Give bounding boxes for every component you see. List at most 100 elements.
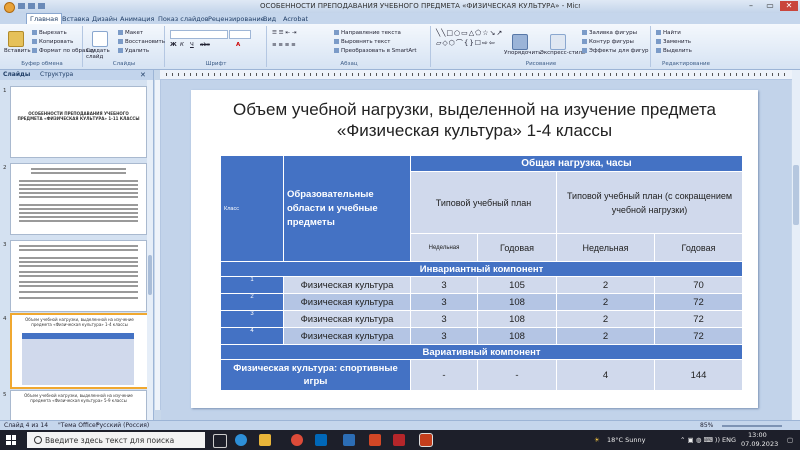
ruler-tick	[754, 73, 755, 76]
slide-thumbnail-3[interactable]	[10, 240, 147, 312]
bold-icon[interactable]: Ж	[170, 42, 177, 48]
load-table[interactable]: Класс Образовательные области и учебные …	[220, 155, 743, 391]
office-button-icon[interactable]	[4, 2, 15, 13]
text-direction-button[interactable]: Направление текста	[334, 30, 401, 36]
tab-slides[interactable]: Слайды	[3, 71, 30, 78]
notifications-icon[interactable]: ▢	[787, 436, 793, 444]
ruler-tick	[418, 73, 419, 76]
minimize-icon[interactable]: –	[742, 1, 760, 11]
slide-thumbnail-4[interactable]: Объем учебной нагрузки, выделенной на из…	[10, 313, 149, 389]
group-slides: Создать слайд Макет Восстановить Удалить…	[84, 26, 165, 67]
store-icon[interactable]	[315, 434, 327, 446]
effects-icon	[582, 48, 587, 53]
tab-design[interactable]: Дизайн	[92, 14, 117, 24]
subject-cell: Физическая культура	[283, 293, 411, 311]
smartart-button[interactable]: Преобразовать в SmartArt	[334, 48, 417, 54]
ruler-tick	[214, 73, 215, 76]
tab-acrobat[interactable]: Acrobat	[283, 14, 308, 24]
powerpoint-icon[interactable]	[369, 434, 381, 446]
ruler-tick	[310, 73, 311, 76]
paste-button[interactable]: Вставить	[4, 48, 31, 54]
ruler-tick	[640, 73, 641, 76]
font-name-combo[interactable]	[170, 30, 228, 39]
tab-outline[interactable]: Структура	[40, 71, 73, 78]
quick-styles-icon[interactable]	[550, 34, 566, 50]
ruler-tick	[376, 73, 377, 76]
select-icon	[656, 48, 661, 53]
file-explorer-icon[interactable]	[259, 434, 271, 446]
find-button[interactable]: Найти	[656, 30, 681, 36]
cut-button[interactable]: Вырезать	[32, 30, 67, 36]
table-row: 4 Физическая культура 3 108 2 72	[220, 327, 743, 345]
taskbar-search-box[interactable]: Введите здесь текст для поиска	[27, 432, 205, 448]
panel-scrollbar[interactable]	[147, 80, 153, 420]
close-icon[interactable]: ✕	[780, 1, 798, 11]
weather-text[interactable]: 18°C Sunny	[607, 436, 645, 444]
underline-icon[interactable]: Ч	[190, 42, 194, 48]
ruler-tick	[430, 73, 431, 76]
new-slide-button[interactable]: Создать слайд	[86, 48, 116, 60]
slide[interactable]: Объем учебной нагрузки, выделенной на из…	[191, 90, 758, 408]
slide-thumbnail-2[interactable]	[10, 163, 147, 235]
undo-icon[interactable]	[28, 3, 35, 9]
shapes-gallery[interactable]: ╲╲□○▭△⬠☆↘↗	[436, 29, 503, 37]
maximize-icon[interactable]: ▭	[761, 1, 779, 11]
reset-button[interactable]: Восстановить	[118, 39, 165, 45]
paragraph-label: Абзац	[340, 61, 358, 67]
italic-icon[interactable]: К	[180, 42, 184, 48]
edge-icon[interactable]	[235, 434, 247, 446]
arrange-icon[interactable]	[512, 34, 528, 50]
tab-home[interactable]: Главная	[26, 13, 63, 24]
tab-animation[interactable]: Анимация	[120, 14, 154, 24]
word-icon[interactable]	[343, 434, 355, 446]
zoom-level[interactable]: 85%	[700, 422, 713, 429]
zoom-slider[interactable]	[722, 425, 782, 427]
header-area: Образовательные области и учебные предме…	[283, 155, 411, 262]
language-indicator[interactable]: Русский (Россия)	[96, 422, 149, 429]
save-icon[interactable]	[18, 3, 25, 9]
value-cell: 108	[477, 293, 557, 311]
tab-review[interactable]: Рецензирование	[208, 14, 265, 24]
tab-view[interactable]: Вид	[263, 14, 276, 24]
shapes-gallery-row2[interactable]: ▱◇⬡⌒{}☐⇨⇦	[436, 38, 496, 48]
windows-start-icon[interactable]	[6, 435, 16, 445]
shape-effects-button[interactable]: Эффекты для фигур	[582, 48, 649, 54]
select-button[interactable]: Выделить	[656, 48, 692, 54]
slide-thumbnail-5[interactable]: Объем учебной нагрузки, выделенной на из…	[10, 390, 147, 422]
powerpoint-active-icon[interactable]	[419, 433, 433, 447]
tab-insert[interactable]: Вставка	[62, 14, 90, 24]
chrome-icon[interactable]	[291, 434, 303, 446]
clock-time[interactable]: 13:00	[748, 431, 767, 439]
vertical-scrollbar[interactable]	[792, 70, 800, 420]
font-size-combo[interactable]	[229, 30, 251, 39]
ruler-tick	[670, 73, 671, 76]
list-icons[interactable]: ☰ ☰ ⇤ ⇥	[272, 30, 296, 36]
align-text-button[interactable]: Выровнять текст	[334, 39, 390, 45]
strikethrough-icon[interactable]: abc	[200, 42, 210, 48]
new-slide-icon[interactable]	[92, 31, 108, 47]
arrange-button[interactable]: Упорядочить	[504, 50, 542, 56]
acrobat-icon[interactable]	[393, 434, 405, 446]
task-view-icon[interactable]	[213, 434, 227, 448]
delete-slide-button[interactable]: Удалить	[118, 48, 149, 54]
paste-icon[interactable]	[8, 31, 24, 47]
slide-title[interactable]: Объем учебной нагрузки, выделенной на из…	[191, 99, 758, 141]
tab-slideshow[interactable]: Показ слайдов	[158, 14, 209, 24]
shape-outline-button[interactable]: Контур фигуры	[582, 39, 634, 45]
layout-button[interactable]: Макет	[118, 30, 143, 36]
align-icons[interactable]: ≡ ≡ ≡ ≡	[272, 42, 296, 48]
input-language[interactable]: ENG	[722, 436, 736, 444]
shape-fill-button[interactable]: Заливка фигуры	[582, 30, 637, 36]
redo-icon[interactable]	[38, 3, 45, 9]
quick-styles-button[interactable]: Экспресс-стили	[540, 50, 586, 56]
font-color-icon[interactable]: A	[236, 42, 240, 48]
ruler-tick	[394, 73, 395, 76]
close-panel-icon[interactable]: ✕	[140, 71, 146, 79]
tray-icons[interactable]: ⌃ ▣ ◍ ⌨ ))	[680, 436, 720, 444]
value-cell: 2	[556, 327, 655, 345]
clock-date[interactable]: 07.09.2023	[741, 440, 778, 448]
ruler-tick	[208, 73, 209, 76]
copy-button[interactable]: Копировать	[32, 39, 73, 45]
replace-button[interactable]: Заменить	[656, 39, 691, 45]
slide-thumbnail-1[interactable]: ОСОБЕННОСТИ ПРЕПОДАВАНИЯ УЧЕБНОГО ПРЕДМЕ…	[10, 86, 147, 158]
